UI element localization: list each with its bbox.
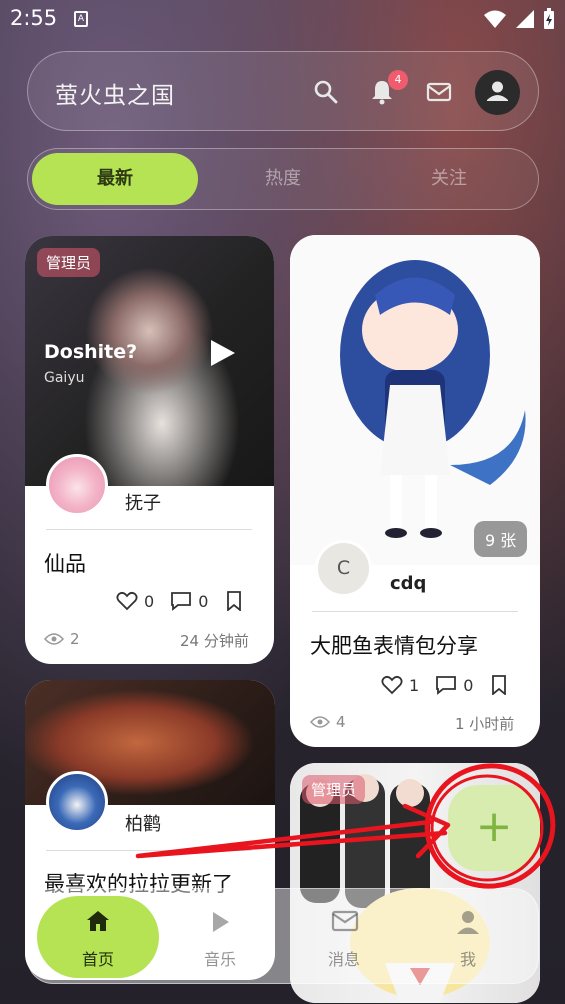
post-image[interactable] — [290, 235, 540, 565]
user-icon — [457, 911, 479, 934]
notification-app-icon: A — [74, 11, 88, 27]
battery-icon — [544, 8, 554, 29]
username[interactable]: 柏鹳 — [125, 810, 161, 836]
bottom-nav: 首页 音乐 消息 我 — [27, 888, 539, 984]
image-count-badge: 9 张 — [474, 521, 528, 557]
profile-avatar-button[interactable] — [475, 70, 520, 115]
nav-label: 音乐 — [203, 950, 236, 969]
comment-icon[interactable] — [170, 591, 192, 611]
avatar[interactable]: C — [315, 540, 372, 597]
add-post-button[interactable]: + — [448, 785, 540, 871]
comment-count: 0 — [463, 675, 474, 695]
home-icon — [87, 911, 109, 931]
header-bar: 萤火虫之国 4 — [27, 51, 539, 131]
status-time: 2:55 — [10, 6, 58, 30]
username[interactable]: cdq — [390, 573, 426, 594]
mail-icon[interactable] — [425, 78, 453, 106]
app-title: 萤火虫之国 — [55, 83, 175, 109]
post-title: 仙品 — [44, 552, 86, 576]
eye-icon — [44, 633, 64, 645]
user-icon — [487, 81, 508, 101]
like-count: 0 — [144, 591, 155, 611]
post-time: 1 小时前 — [455, 715, 515, 733]
avatar[interactable] — [46, 771, 108, 833]
status-bar: 2:55 A — [0, 0, 565, 40]
divider — [46, 850, 252, 851]
username[interactable]: 抚子 — [125, 489, 161, 515]
anime-maid-illustration — [340, 260, 526, 538]
admin-tag: 管理员 — [302, 775, 366, 804]
nav-item-home[interactable]: 首页 — [37, 896, 159, 978]
search-icon[interactable] — [312, 78, 340, 106]
eye-icon — [310, 716, 330, 728]
like-count: 1 — [409, 675, 420, 695]
avatar[interactable] — [46, 454, 108, 516]
divider — [46, 529, 252, 530]
divider — [312, 611, 518, 612]
nav-label: 我 — [459, 950, 476, 969]
post-actions: 0 0 — [116, 591, 242, 611]
play-icon — [213, 912, 229, 932]
tab-hot[interactable]: 热度 — [200, 153, 366, 205]
song-title: Doshite? — [44, 341, 138, 363]
tab-following[interactable]: 关注 — [366, 153, 532, 205]
nav-label: 消息 — [327, 950, 360, 969]
post-card-1[interactable]: 管理员 Doshite? Gaiyu 抚子 仙品 0 0 2 24 分钟前 — [25, 236, 274, 664]
wifi-icon — [484, 10, 506, 28]
notification-count-badge: 4 — [388, 70, 408, 90]
view-meta: 4 — [310, 713, 346, 731]
bookmark-icon[interactable] — [226, 591, 242, 611]
feed-tabs: 最新 热度 关注 — [27, 148, 539, 210]
heart-icon[interactable] — [116, 591, 138, 611]
admin-tag: 管理员 — [37, 248, 101, 277]
signal-icon — [516, 10, 534, 28]
heart-icon[interactable] — [381, 675, 403, 695]
nav-item-messages[interactable]: 消息 — [283, 889, 405, 985]
nav-label: 首页 — [81, 950, 114, 969]
post-time: 24 分钟前 — [180, 632, 249, 650]
tab-latest[interactable]: 最新 — [32, 153, 198, 205]
post-card-2[interactable]: 9 张 C cdq 大肥鱼表情包分享 1 0 4 1 小时前 — [290, 235, 540, 747]
bookmark-icon[interactable] — [491, 675, 507, 695]
view-meta: 2 — [44, 630, 80, 648]
comment-count: 0 — [198, 591, 209, 611]
view-count: 2 — [70, 630, 80, 648]
post-title: 大肥鱼表情包分享 — [310, 634, 478, 658]
nav-item-me[interactable]: 我 — [407, 889, 529, 985]
system-icons — [483, 8, 555, 30]
comment-icon[interactable] — [435, 675, 457, 695]
view-count: 4 — [336, 713, 346, 731]
play-icon[interactable] — [211, 340, 235, 366]
song-artist: Gaiyu — [44, 370, 85, 386]
nav-item-music[interactable]: 音乐 — [159, 889, 281, 985]
mail-icon — [331, 910, 359, 932]
post-actions: 1 0 — [381, 675, 507, 695]
